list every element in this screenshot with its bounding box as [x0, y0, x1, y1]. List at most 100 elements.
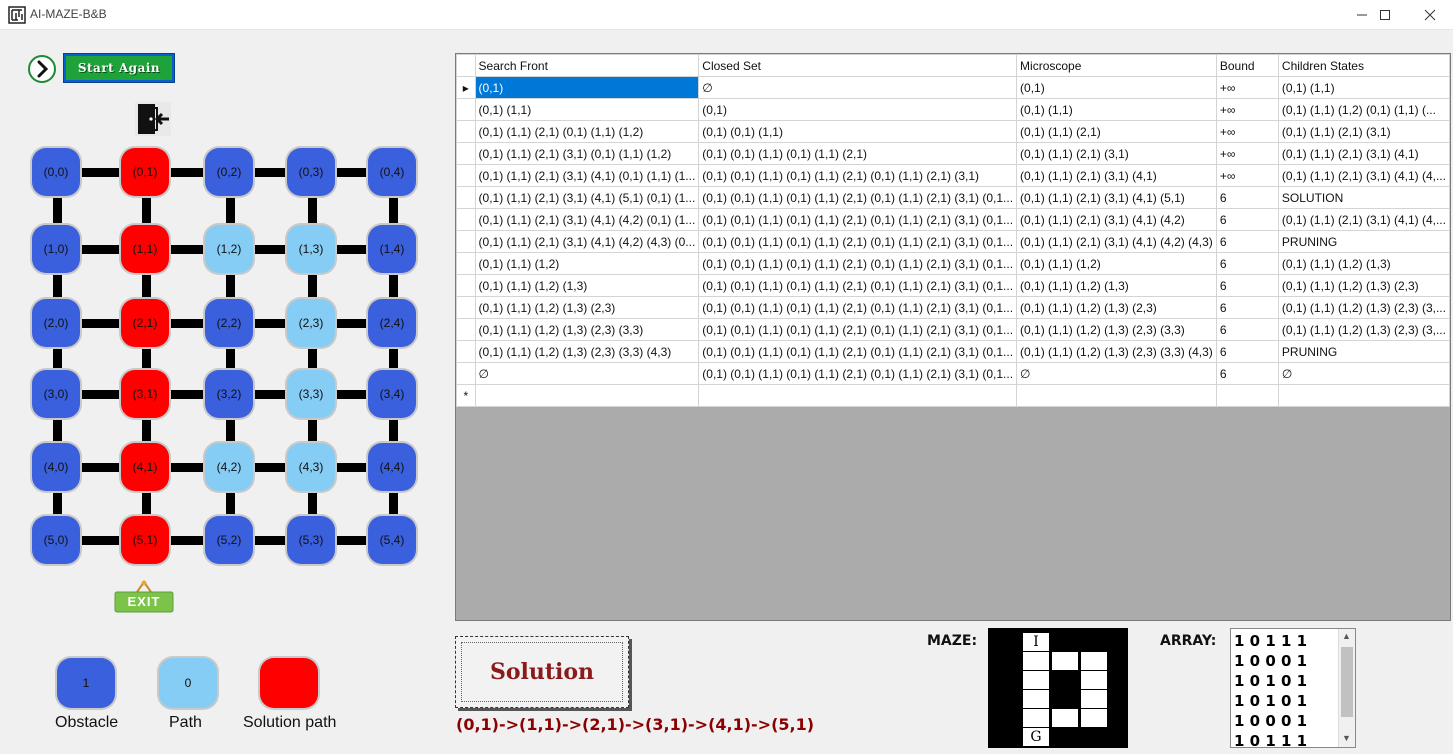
maze-node[interactable]: (0,2) [205, 148, 253, 196]
closed-set-cell[interactable]: (0,1) (0,1) (1,1) (0,1) (1,1) (2,1) (0,1… [698, 274, 1018, 297]
children-states-cell[interactable]: (0,1) (1,1) (1,2) (1,3) (2,3) (3,... [1277, 318, 1450, 341]
maze-node[interactable]: (2,1) [121, 299, 169, 347]
row-header[interactable] [456, 274, 476, 297]
children-states-cell[interactable]: PRUNING [1277, 230, 1450, 253]
maze-node[interactable]: (0,3) [287, 148, 335, 196]
closed-set-cell[interactable]: (0,1) (0,1) (1,1) [698, 120, 1018, 143]
bound-cell[interactable]: +∞ [1215, 120, 1279, 143]
empty-cell[interactable] [1215, 384, 1279, 407]
table-row[interactable]: ▸ (0,1) ∅ (0,1) +∞ (0,1) (1,1) [456, 76, 1450, 99]
search-front-cell[interactable]: (0,1) (1,1) (2,1) (3,1) (4,1) (4,2) (4,3… [474, 230, 700, 253]
maze-node[interactable]: (3,1) [121, 370, 169, 418]
empty-cell[interactable] [1016, 384, 1217, 407]
microscope-cell[interactable]: (0,1) (1,1) (2,1) (3,1) (4,1) (5,1) [1016, 186, 1217, 209]
bound-cell[interactable]: 6 [1215, 274, 1279, 297]
children-states-cell[interactable]: SOLUTION [1277, 186, 1450, 209]
maze-node[interactable]: (4,0) [32, 443, 80, 491]
search-front-cell[interactable]: (0,1) (1,1) (1,2) [474, 252, 700, 275]
row-header[interactable] [456, 252, 476, 275]
bound-cell[interactable]: 6 [1215, 318, 1279, 341]
column-header-microscope[interactable]: Microscope [1016, 54, 1217, 77]
maze-node[interactable]: (1,1) [121, 225, 169, 273]
search-front-cell[interactable]: (0,1) (1,1) (1,2) (1,3) (2,3) [474, 296, 700, 319]
bound-cell[interactable]: 6 [1215, 252, 1279, 275]
microscope-cell[interactable]: (0,1) (1,1) (2,1) [1016, 120, 1217, 143]
scroll-down-icon[interactable]: ▼ [1342, 733, 1351, 743]
bound-cell[interactable]: +∞ [1215, 142, 1279, 165]
empty-cell[interactable] [698, 384, 1018, 407]
search-front-cell[interactable]: (0,1) (1,1) (2,1) (3,1) (4,1) (4,2) (0,1… [474, 208, 700, 231]
maze-node[interactable]: (1,0) [32, 225, 80, 273]
closed-set-cell[interactable]: (0,1) (0,1) (1,1) (0,1) (1,1) (2,1) (0,1… [698, 340, 1018, 363]
maze-node[interactable]: (3,2) [205, 370, 253, 418]
empty-cell[interactable] [474, 384, 700, 407]
closed-set-cell[interactable]: (0,1) (0,1) (1,1) (0,1) (1,1) (2,1) (0,1… [698, 318, 1018, 341]
microscope-cell[interactable]: (0,1) (1,1) (1,2) [1016, 252, 1217, 275]
maze-node[interactable]: (5,2) [205, 516, 253, 564]
maze-node[interactable]: (2,2) [205, 299, 253, 347]
bound-cell[interactable]: +∞ [1215, 98, 1279, 121]
bound-cell[interactable]: 6 [1215, 362, 1279, 385]
table-row[interactable]: ∅ (0,1) (0,1) (1,1) (0,1) (1,1) (2,1) (0,… [456, 362, 1450, 385]
row-header[interactable] [456, 318, 476, 341]
array-scrollbar[interactable]: ▲ ▼ [1338, 629, 1355, 747]
maze-node[interactable]: (0,1) [121, 148, 169, 196]
children-states-cell[interactable]: PRUNING [1277, 340, 1450, 363]
children-states-cell[interactable]: (0,1) (1,1) (1,2) (1,3) [1277, 252, 1450, 275]
table-row[interactable]: (0,1) (1,1) (1,2) (1,3) (2,3) (3,3) (0,1)… [456, 318, 1450, 341]
closed-set-cell[interactable]: (0,1) (0,1) (1,1) (0,1) (1,1) (2,1) (0,1… [698, 362, 1018, 385]
table-row[interactable]: (0,1) (1,1) (1,2) (1,3) (0,1) (0,1) (1,1)… [456, 274, 1450, 297]
microscope-cell[interactable]: (0,1) (1,1) (1,2) (1,3) (2,3) (3,3) [1016, 318, 1217, 341]
bound-cell[interactable]: 6 [1215, 208, 1279, 231]
microscope-cell[interactable]: (0,1) (1,1) (2,1) (3,1) [1016, 142, 1217, 165]
closed-set-cell[interactable]: (0,1) [698, 98, 1018, 121]
table-row[interactable]: (0,1) (1,1) (0,1) (0,1) (1,1) +∞ (0,1) (1,1)… [456, 98, 1450, 121]
search-front-cell[interactable]: (0,1) (1,1) [474, 98, 700, 121]
column-header-bound[interactable]: Bound [1215, 54, 1279, 77]
search-front-cell[interactable]: ∅ [474, 362, 700, 385]
microscope-cell[interactable]: ∅ [1016, 362, 1217, 385]
array-textbox[interactable]: 1 0 1 1 1 1 0 0 0 1 1 0 1 0 1 1 0 1 0 1 1 0 … [1230, 628, 1356, 748]
children-states-cell[interactable]: (0,1) (1,1) (2,1) (3,1) (4,1) [1277, 142, 1450, 165]
row-header[interactable]: ▸ [456, 76, 476, 99]
new-row-header[interactable]: * [456, 384, 476, 407]
row-header[interactable] [456, 142, 476, 165]
closed-set-cell[interactable]: (0,1) (0,1) (1,1) (0,1) (1,1) (2,1) [698, 142, 1018, 165]
maze-node[interactable]: (4,1) [121, 443, 169, 491]
column-header-closed-set[interactable]: Closed Set [698, 54, 1018, 77]
empty-cell[interactable] [1277, 384, 1450, 407]
maze-node[interactable]: (4,3) [287, 443, 335, 491]
bound-cell[interactable]: 6 [1215, 340, 1279, 363]
row-header[interactable] [456, 164, 476, 187]
maze-node[interactable]: (5,3) [287, 516, 335, 564]
search-front-cell[interactable]: (0,1) (1,1) (1,2) (1,3) [474, 274, 700, 297]
search-front-cell[interactable]: (0,1) (1,1) (2,1) (3,1) (0,1) (1,1) (1,2… [474, 142, 700, 165]
bound-cell[interactable]: 6 [1215, 186, 1279, 209]
closed-set-cell[interactable]: (0,1) (0,1) (1,1) (0,1) (1,1) (2,1) (0,1… [698, 186, 1018, 209]
table-row[interactable]: (0,1) (1,1) (1,2) (1,3) (2,3) (3,3) (4,3… [456, 340, 1450, 363]
microscope-cell[interactable]: (0,1) (1,1) [1016, 98, 1217, 121]
children-states-cell[interactable]: (0,1) (1,1) [1277, 76, 1450, 99]
row-header[interactable] [456, 186, 476, 209]
maze-node[interactable]: (4,4) [368, 443, 416, 491]
bound-cell[interactable]: 6 [1215, 296, 1279, 319]
close-button[interactable] [1407, 0, 1453, 30]
closed-set-cell[interactable]: ∅ [698, 76, 1018, 99]
table-row[interactable]: (0,1) (1,1) (1,2) (0,1) (0,1) (1,1) (0,1)… [456, 252, 1450, 275]
row-header[interactable] [456, 296, 476, 319]
closed-set-cell[interactable]: (0,1) (0,1) (1,1) (0,1) (1,1) (2,1) (0,1… [698, 208, 1018, 231]
search-front-cell[interactable]: (0,1) (1,1) (1,2) (1,3) (2,3) (3,3) [474, 318, 700, 341]
row-header[interactable] [456, 120, 476, 143]
maximize-button[interactable] [1362, 0, 1408, 30]
microscope-cell[interactable]: (0,1) (1,1) (1,2) (1,3) [1016, 274, 1217, 297]
children-states-cell[interactable]: (0,1) (1,1) (1,2) (0,1) (1,1) (... [1277, 98, 1450, 121]
table-row[interactable]: (0,1) (1,1) (2,1) (3,1) (4,1) (5,1) (0,1… [456, 186, 1450, 209]
maze-node[interactable]: (2,0) [32, 299, 80, 347]
maze-node[interactable]: (1,3) [287, 225, 335, 273]
closed-set-cell[interactable]: (0,1) (0,1) (1,1) (0,1) (1,1) (2,1) (0,1… [698, 296, 1018, 319]
bound-cell[interactable]: 6 [1215, 230, 1279, 253]
scroll-up-icon[interactable]: ▲ [1342, 631, 1351, 641]
children-states-cell[interactable]: (0,1) (1,1) (2,1) (3,1) (4,1) (4,... [1277, 208, 1450, 231]
maze-node[interactable]: (5,0) [32, 516, 80, 564]
table-row[interactable]: (0,1) (1,1) (2,1) (3,1) (0,1) (1,1) (1,2… [456, 142, 1450, 165]
